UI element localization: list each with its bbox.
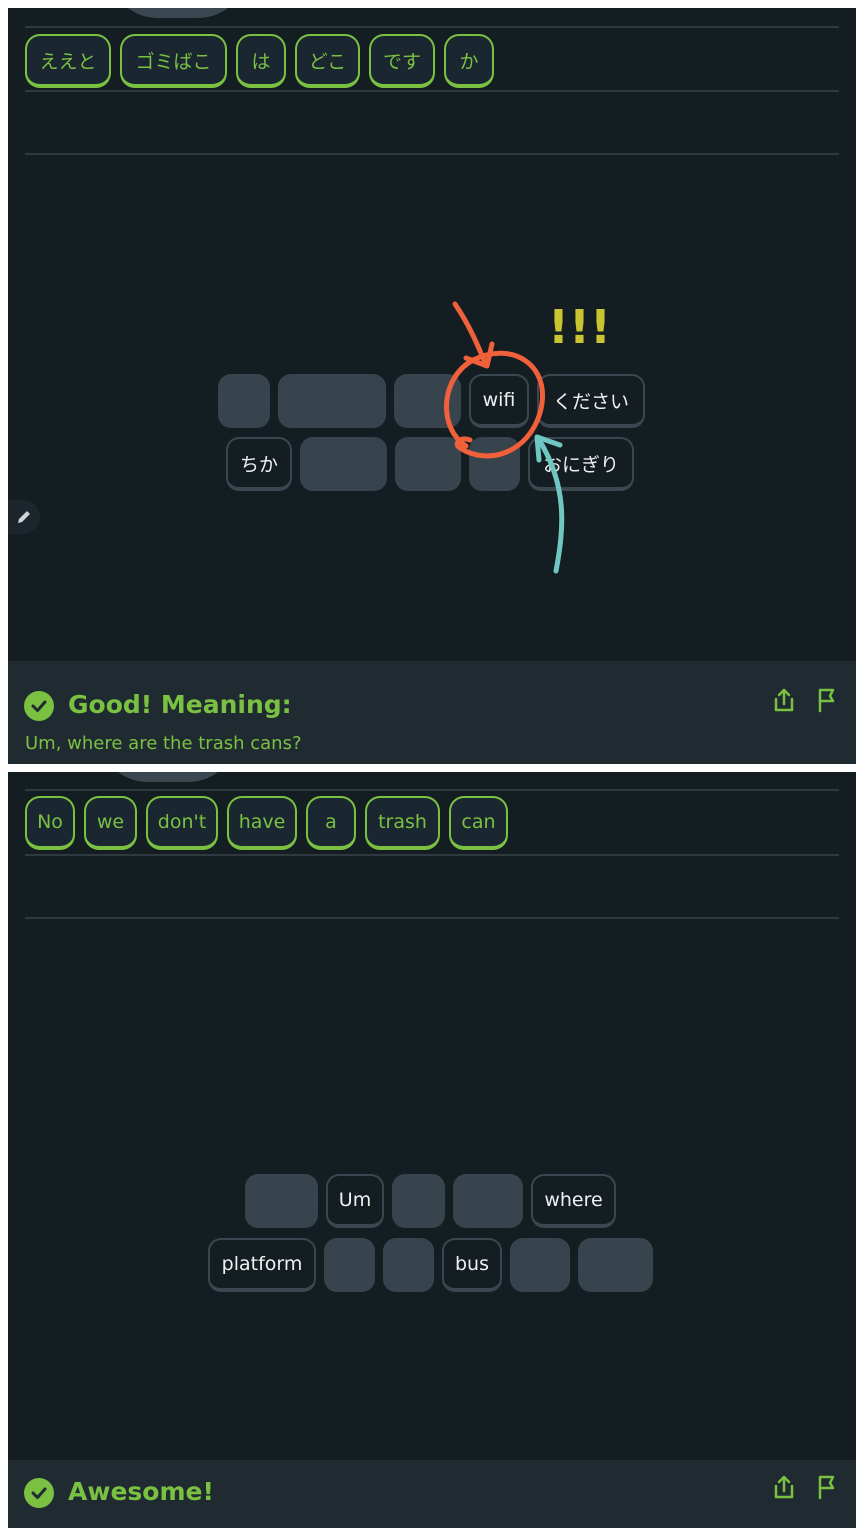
answer-line	[25, 854, 839, 856]
answer-word[interactable]: ゴミばこ	[120, 34, 227, 88]
answer-area: No we don't have a trash can	[25, 796, 508, 850]
word-tile-used	[453, 1174, 523, 1228]
word-bank-row: ちか おにぎり	[226, 437, 634, 491]
answer-line	[25, 917, 839, 919]
word-tile-used	[245, 1174, 318, 1228]
word-tile-used	[469, 437, 520, 491]
share-icon[interactable]	[770, 1473, 798, 1501]
word-tile-used	[278, 374, 386, 428]
word-bank-row: platform bus	[208, 1238, 653, 1292]
word-tile-used	[218, 374, 270, 428]
check-icon	[24, 1478, 54, 1508]
answer-word[interactable]: どこ	[295, 34, 360, 88]
answer-word[interactable]: です	[369, 34, 435, 88]
word-tile-used	[383, 1238, 434, 1292]
answer-word[interactable]: don't	[146, 796, 218, 850]
answer-line	[25, 26, 839, 28]
word-tile-used	[510, 1238, 570, 1292]
character-avatar	[98, 772, 238, 782]
feedback-meaning: Um, where are the trash cans?	[25, 733, 302, 754]
word-bank-row: wifi ください	[218, 374, 645, 428]
answer-line	[25, 153, 839, 155]
word-tile-used	[300, 437, 387, 491]
word-tile-used	[578, 1238, 653, 1292]
feedback-footer: Good! Meaning: Um, where are the trash c…	[8, 661, 856, 764]
word-tile[interactable]: platform	[208, 1238, 316, 1292]
word-tile[interactable]: bus	[442, 1238, 502, 1292]
word-tile[interactable]: where	[531, 1174, 616, 1228]
exclamation-mark-annotation: !!!	[548, 300, 611, 354]
lesson-screen-1: ええと ゴミばこ は どこ です か wifi ください ちか おにぎり !!!	[8, 8, 856, 764]
answer-word[interactable]: a	[306, 796, 356, 850]
answer-line	[25, 90, 839, 92]
answer-word[interactable]: have	[227, 796, 297, 850]
answer-word[interactable]: No	[25, 796, 75, 850]
word-tile-used	[324, 1238, 375, 1292]
word-tile[interactable]: ちか	[226, 437, 292, 491]
answer-word[interactable]: ええと	[25, 34, 111, 88]
share-icon[interactable]	[770, 686, 798, 714]
drawing-annotation: !!!	[444, 300, 611, 574]
answer-word[interactable]: は	[236, 34, 286, 88]
red-arrow-mark	[452, 301, 489, 368]
word-tile-used	[395, 437, 461, 491]
red-arrowhead-mark	[463, 341, 495, 369]
flag-icon[interactable]	[812, 1472, 840, 1500]
word-tile[interactable]: Um	[326, 1174, 384, 1228]
word-tile[interactable]: ください	[537, 374, 645, 428]
answer-word[interactable]: か	[444, 34, 494, 88]
feedback-headline: Good! Meaning:	[68, 690, 292, 719]
lesson-screen-2: No we don't have a trash can Um where pl…	[8, 772, 856, 1528]
word-tile-used	[394, 374, 461, 428]
word-tile[interactable]: wifi	[469, 374, 529, 428]
word-bank-row: Um where	[245, 1174, 616, 1228]
word-tile-used	[392, 1174, 445, 1228]
feedback-headline: Awesome!	[68, 1477, 214, 1506]
answer-word[interactable]: we	[84, 796, 137, 850]
answer-word[interactable]: can	[449, 796, 508, 850]
character-avatar	[108, 8, 248, 18]
feedback-footer: Awesome!	[8, 1460, 856, 1528]
flag-icon[interactable]	[812, 685, 840, 713]
check-icon	[24, 691, 54, 721]
word-tile[interactable]: おにぎり	[528, 437, 634, 491]
pencil-icon[interactable]	[8, 500, 40, 534]
answer-area: ええと ゴミばこ は どこ です か	[25, 34, 494, 88]
answer-word[interactable]: trash	[365, 796, 440, 850]
answer-line	[25, 789, 839, 791]
